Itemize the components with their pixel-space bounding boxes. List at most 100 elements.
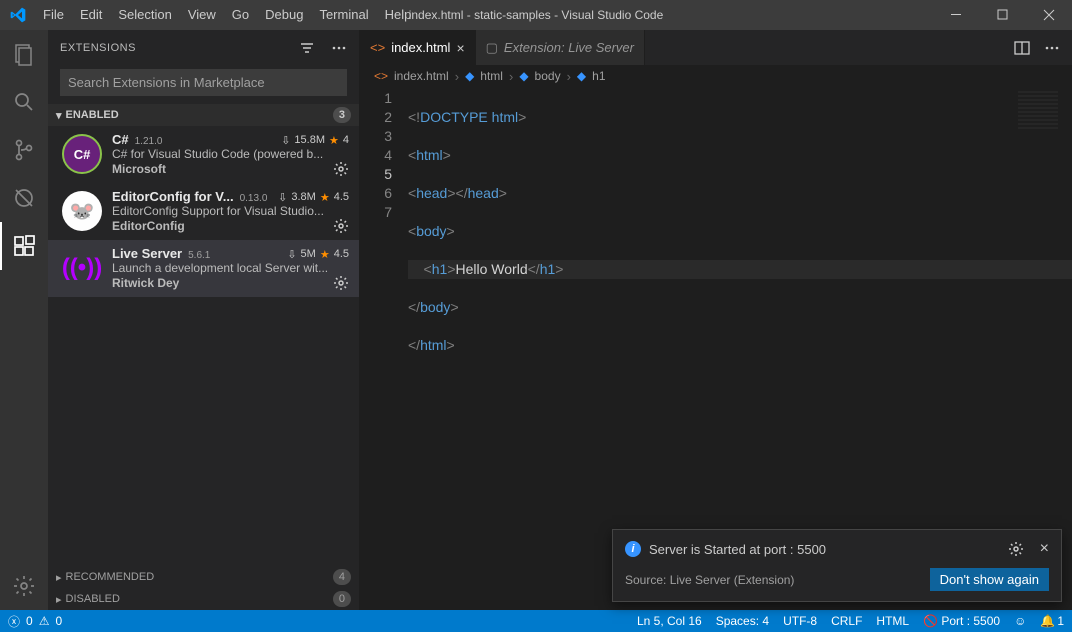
csharp-icon: C# — [62, 134, 102, 174]
status-port[interactable]: 🚫 Port : 5500 — [923, 614, 1000, 628]
ext-rating: 4.5 — [334, 191, 349, 204]
dont-show-again-button[interactable]: Don't show again — [930, 568, 1049, 591]
gear-icon[interactable] — [333, 275, 349, 291]
close-icon[interactable]: × — [456, 40, 464, 56]
extension-name: Live Server — [112, 246, 182, 261]
warnings-count[interactable]: 0 — [55, 614, 62, 628]
extension-author: EditorConfig — [112, 219, 185, 233]
errors-icon[interactable]: ⓧ — [8, 613, 20, 630]
errors-count[interactable]: 0 — [26, 614, 33, 628]
activity-search-icon[interactable] — [0, 78, 48, 126]
extension-name: C# — [112, 132, 129, 147]
extension-author: Microsoft — [112, 162, 166, 176]
title-bar: File Edit Selection View Go Debug Termin… — [0, 0, 1072, 30]
extensions-sidebar: EXTENSIONS ▾ ENABLED 3 C# C# 1.21.0 ⇩15.… — [48, 30, 360, 610]
ext-rating: 4.5 — [334, 248, 349, 261]
vscode-logo-icon — [0, 7, 35, 23]
status-language[interactable]: HTML — [876, 614, 909, 628]
activity-debug-icon[interactable] — [0, 174, 48, 222]
extension-desc: Launch a development local Server wit... — [112, 261, 349, 275]
editor-pane: <> index.html × ▢ Extension: Live Server… — [360, 30, 1072, 610]
window-controls — [934, 0, 1072, 30]
split-editor-icon[interactable] — [1014, 40, 1030, 56]
disabled-label: DISABLED — [66, 593, 120, 605]
disabled-count: 0 — [333, 591, 351, 607]
breadcrumb-body[interactable]: body — [535, 69, 561, 83]
extension-item-csharp[interactable]: C# C# 1.21.0 ⇩15.8M ★4 C# for Visual Stu… — [48, 126, 359, 183]
close-icon[interactable]: × — [1040, 540, 1049, 558]
extension-name: EditorConfig for V... — [112, 189, 234, 204]
star-icon: ★ — [320, 248, 330, 261]
minimap[interactable] — [1018, 91, 1058, 131]
menu-debug[interactable]: Debug — [257, 0, 311, 30]
tab-extension-live-server[interactable]: ▢ Extension: Live Server — [476, 30, 645, 65]
menu-view[interactable]: View — [180, 0, 224, 30]
extension-version: 5.6.1 — [188, 250, 210, 261]
gear-icon[interactable] — [333, 218, 349, 234]
status-encoding[interactable]: UTF-8 — [783, 614, 817, 628]
cube-icon: ◆ — [465, 69, 474, 83]
extension-author: Ritwick Dey — [112, 276, 179, 290]
toast-message: Server is Started at port : 5500 — [649, 542, 826, 557]
menu-terminal[interactable]: Terminal — [311, 0, 376, 30]
ext-downloads: 15.8M — [294, 134, 325, 147]
more-icon[interactable] — [1044, 40, 1060, 56]
enabled-count: 3 — [333, 107, 351, 123]
extension-tab-icon: ▢ — [486, 40, 498, 56]
ext-downloads: 3.8M — [291, 191, 315, 204]
menu-selection[interactable]: Selection — [110, 0, 179, 30]
activity-source-control-icon[interactable] — [0, 126, 48, 174]
disabled-section-header[interactable]: ▸ DISABLED 0 — [48, 588, 359, 610]
notifications-icon[interactable]: 🔔1 — [1040, 614, 1064, 628]
minimize-button[interactable] — [934, 0, 980, 30]
notification-toast: i Server is Started at port : 5500 × Sou… — [612, 529, 1062, 602]
filter-icon[interactable] — [299, 40, 315, 56]
ext-downloads: 5M — [301, 248, 316, 261]
tab-index-html[interactable]: <> index.html × — [360, 30, 476, 65]
extension-item-live-server[interactable]: ((•)) Live Server 5.6.1 ⇩5M ★4.5 Launch … — [48, 240, 359, 297]
extension-desc: EditorConfig Support for Visual Studio..… — [112, 204, 349, 218]
close-button[interactable] — [1026, 0, 1072, 30]
line-gutter: 1 2 3 4 5 6 7 — [360, 89, 408, 610]
chevron-right-icon: ▸ — [56, 593, 62, 606]
extension-item-editorconfig[interactable]: 🐭 EditorConfig for V... 0.13.0 ⇩3.8M ★4.… — [48, 183, 359, 240]
star-icon: ★ — [329, 134, 339, 147]
more-icon[interactable] — [331, 40, 347, 56]
status-cursor[interactable]: Ln 5, Col 16 — [637, 614, 702, 628]
menu-file[interactable]: File — [35, 0, 72, 30]
tab-label: Extension: Live Server — [504, 40, 634, 55]
breadcrumb-h1[interactable]: h1 — [592, 69, 605, 83]
menu-edit[interactable]: Edit — [72, 0, 110, 30]
live-server-icon: ((•)) — [62, 248, 102, 288]
breadcrumb-html[interactable]: html — [480, 69, 503, 83]
cube-icon: ◆ — [519, 69, 528, 83]
activity-extensions-icon[interactable] — [0, 222, 48, 270]
recommended-label: RECOMMENDED — [66, 571, 155, 583]
extension-version: 1.21.0 — [135, 136, 163, 147]
enabled-section-header[interactable]: ▾ ENABLED 3 — [48, 104, 359, 126]
warnings-icon[interactable]: ⚠ — [39, 614, 50, 628]
breadcrumb-file[interactable]: index.html — [394, 69, 449, 83]
maximize-button[interactable] — [980, 0, 1026, 30]
extensions-search-input[interactable] — [60, 69, 347, 96]
recommended-count: 4 — [333, 569, 351, 585]
sidebar-title: EXTENSIONS — [60, 42, 299, 54]
cube-icon: ◆ — [577, 69, 586, 83]
gear-icon[interactable] — [1008, 541, 1024, 557]
activity-explorer-icon[interactable] — [0, 30, 48, 78]
toast-source: Source: Live Server (Extension) — [625, 573, 930, 587]
activity-bar — [0, 30, 48, 610]
breadcrumb[interactable]: <> index.html › ◆ html › ◆ body › ◆ h1 — [360, 65, 1072, 87]
status-eol[interactable]: CRLF — [831, 614, 862, 628]
gear-icon[interactable] — [333, 161, 349, 177]
status-spaces[interactable]: Spaces: 4 — [716, 614, 769, 628]
ext-rating: 4 — [343, 134, 349, 147]
feedback-icon[interactable]: ☺ — [1014, 614, 1026, 628]
html-file-icon: <> — [370, 40, 385, 55]
activity-settings-icon[interactable] — [0, 562, 48, 610]
menu-go[interactable]: Go — [224, 0, 257, 30]
recommended-section-header[interactable]: ▸ RECOMMENDED 4 — [48, 566, 359, 588]
chevron-down-icon: ▾ — [56, 109, 62, 122]
chevron-right-icon: ▸ — [56, 571, 62, 584]
editor-tabs: <> index.html × ▢ Extension: Live Server — [360, 30, 1072, 65]
